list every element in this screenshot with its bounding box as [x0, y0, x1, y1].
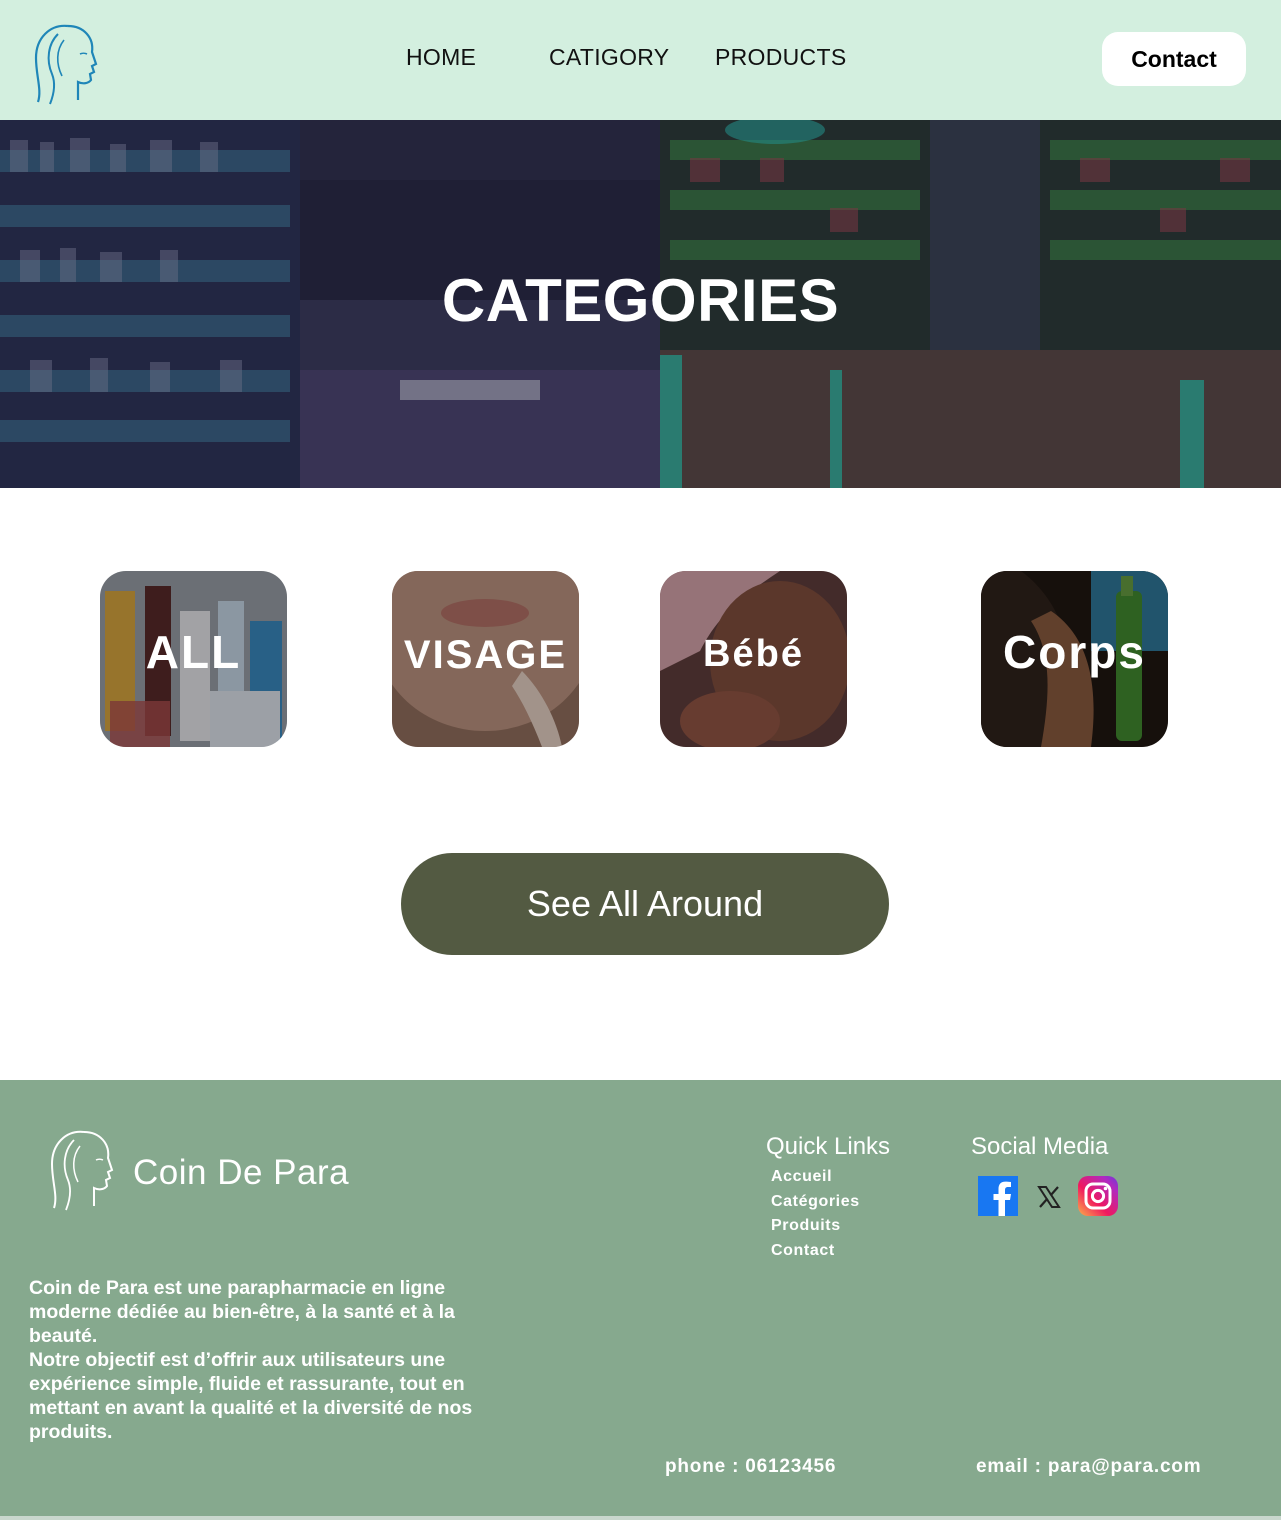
nav-category[interactable]: CATIGORY [549, 44, 669, 71]
category-card-corps[interactable]: Corps [981, 571, 1168, 747]
quick-links-title: Quick Links [766, 1133, 891, 1160]
contact-button[interactable]: Contact [1102, 32, 1246, 86]
footer-about-text: Coin de Para est une parapharmacie en li… [29, 1277, 473, 1443]
footer-link-accueil[interactable]: Accueil [771, 1168, 832, 1186]
category-label-visage: VISAGE [403, 633, 568, 677]
category-label-all: ALL [145, 626, 242, 678]
woman-face-logo-icon[interactable] [44, 1126, 120, 1212]
instagram-icon[interactable] [1078, 1176, 1118, 1216]
footer-link-contact[interactable]: Contact [771, 1242, 835, 1260]
category-card-all[interactable]: ALL [100, 571, 287, 747]
facebook-icon[interactable] [978, 1176, 1018, 1216]
footer-email[interactable]: email : para@para.com [976, 1456, 1201, 1478]
site-header: HOME CATIGORY PRODUCTS Contact [0, 0, 1281, 120]
footer-phone: phone : 06123456 [665, 1456, 837, 1477]
footer-brand-name: Coin De Para [133, 1153, 350, 1192]
footer-link-produits[interactable]: Produits [771, 1217, 841, 1235]
hero-title: CATEGORIES [441, 267, 840, 334]
x-icon[interactable] [1030, 1178, 1068, 1216]
category-card-bebe[interactable]: Bébé [660, 571, 847, 747]
nav-products[interactable]: PRODUCTS [715, 44, 846, 71]
see-all-button[interactable]: See All Around [401, 853, 889, 955]
footer-bottom-divider [0, 1516, 1281, 1520]
footer-link-categories[interactable]: Catégories [771, 1193, 860, 1211]
woman-face-logo-icon[interactable] [28, 20, 104, 106]
category-label-bebe: Bébé [703, 633, 804, 675]
site-footer: Coin De Para Coin de Para est une paraph… [0, 1080, 1281, 1516]
social-media-title: Social Media [971, 1133, 1109, 1160]
hero-banner: CATEGORIES [0, 120, 1281, 488]
category-label-corps: Corps [1003, 626, 1146, 678]
nav-home[interactable]: HOME [406, 44, 476, 71]
category-card-visage[interactable]: VISAGE [392, 571, 579, 747]
